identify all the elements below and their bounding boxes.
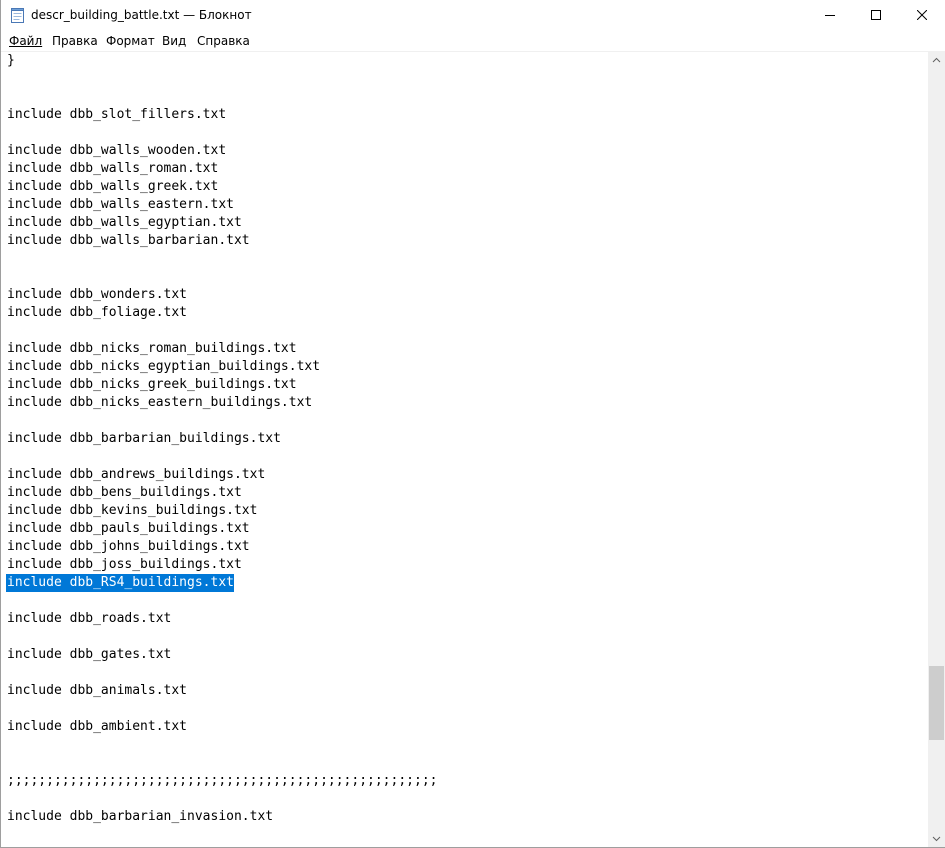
menu-help-label: Справка [197, 34, 250, 48]
minimize-icon [825, 15, 835, 16]
text-editor-area[interactable]: } include dbb_slot_fillers.txtinclude dbb… [1, 52, 928, 847]
text-line[interactable]: include dbb_nicks_greek_buildings.txt [7, 376, 297, 394]
vertical-scrollbar[interactable] [928, 52, 945, 847]
scroll-down-button[interactable] [928, 830, 945, 847]
text-line[interactable]: include dbb_walls_greek.txt [7, 178, 218, 196]
text-line[interactable]: include dbb_wonders.txt [7, 286, 187, 304]
text-line[interactable]: include dbb_gates.txt [7, 646, 171, 664]
chevron-up-icon [932, 57, 941, 63]
selected-text-line[interactable]: include dbb_RS4_buildings.txt [6, 574, 234, 592]
chevron-down-icon [932, 836, 941, 842]
text-line[interactable]: ;;;;;;;;;;;;;;;;;;;;;;;;;;;;;;;;;;;;;;;;… [7, 772, 437, 790]
text-line[interactable]: include dbb_walls_egyptian.txt [7, 214, 242, 232]
menu-format[interactable]: Формат [106, 31, 155, 51]
text-line[interactable]: include dbb_walls_wooden.txt [7, 142, 226, 160]
menu-view[interactable]: Вид [162, 31, 186, 51]
maximize-icon [871, 10, 881, 20]
text-line[interactable]: include dbb_walls_barbarian.txt [7, 232, 250, 250]
text-line[interactable]: include dbb_slot_fillers.txt [7, 106, 226, 124]
maximize-button[interactable] [853, 0, 899, 31]
notepad-icon [11, 8, 24, 23]
text-line[interactable]: include dbb_roads.txt [7, 610, 171, 628]
text-line[interactable]: include dbb_ambient.txt [7, 718, 187, 736]
menu-edit-label: Правка [52, 34, 98, 48]
text-line[interactable]: include dbb_foliage.txt [7, 304, 187, 322]
menu-bar: Файл Правка Формат Вид Справка [1, 31, 945, 52]
text-line[interactable]: include dbb_walls_eastern.txt [7, 196, 234, 214]
text-line[interactable]: include dbb_nicks_eastern_buildings.txt [7, 394, 312, 412]
window-title: descr_building_battle.txt — Блокнот [31, 8, 252, 22]
menu-edit[interactable]: Правка [52, 31, 98, 51]
close-icon [917, 10, 927, 20]
text-line[interactable]: include dbb_pauls_buildings.txt [7, 520, 250, 538]
menu-format-label: Формат [106, 34, 155, 48]
text-line[interactable]: include dbb_joss_buildings.txt [7, 556, 242, 574]
menu-help[interactable]: Справка [197, 31, 250, 51]
menu-file[interactable]: Файл [9, 31, 42, 51]
title-bar[interactable]: descr_building_battle.txt — Блокнот [1, 0, 945, 31]
scrollbar-thumb[interactable] [929, 666, 944, 740]
text-line[interactable]: } [7, 52, 15, 70]
text-line[interactable]: include dbb_barbarian_buildings.txt [7, 430, 281, 448]
text-line[interactable]: include dbb_barbarian_invasion.txt [7, 808, 273, 826]
minimize-button[interactable] [807, 0, 853, 31]
text-line[interactable]: include dbb_kevins_buildings.txt [7, 502, 257, 520]
close-button[interactable] [899, 0, 945, 31]
scroll-up-button[interactable] [928, 52, 945, 69]
text-line[interactable]: include dbb_walls_roman.txt [7, 160, 218, 178]
menu-view-label: Вид [162, 34, 187, 48]
text-line[interactable]: include dbb_andrews_buildings.txt [7, 466, 265, 484]
menu-file-label: Файл [9, 34, 43, 48]
text-line[interactable]: include dbb_johns_buildings.txt [7, 538, 250, 556]
text-line[interactable]: include dbb_nicks_roman_buildings.txt [7, 340, 297, 358]
notepad-window: descr_building_battle.txt — Блокнот Файл… [0, 0, 945, 848]
text-line[interactable]: include dbb_animals.txt [7, 682, 187, 700]
text-line[interactable]: include dbb_nicks_egyptian_buildings.txt [7, 358, 320, 376]
text-line[interactable]: include dbb_bens_buildings.txt [7, 484, 242, 502]
